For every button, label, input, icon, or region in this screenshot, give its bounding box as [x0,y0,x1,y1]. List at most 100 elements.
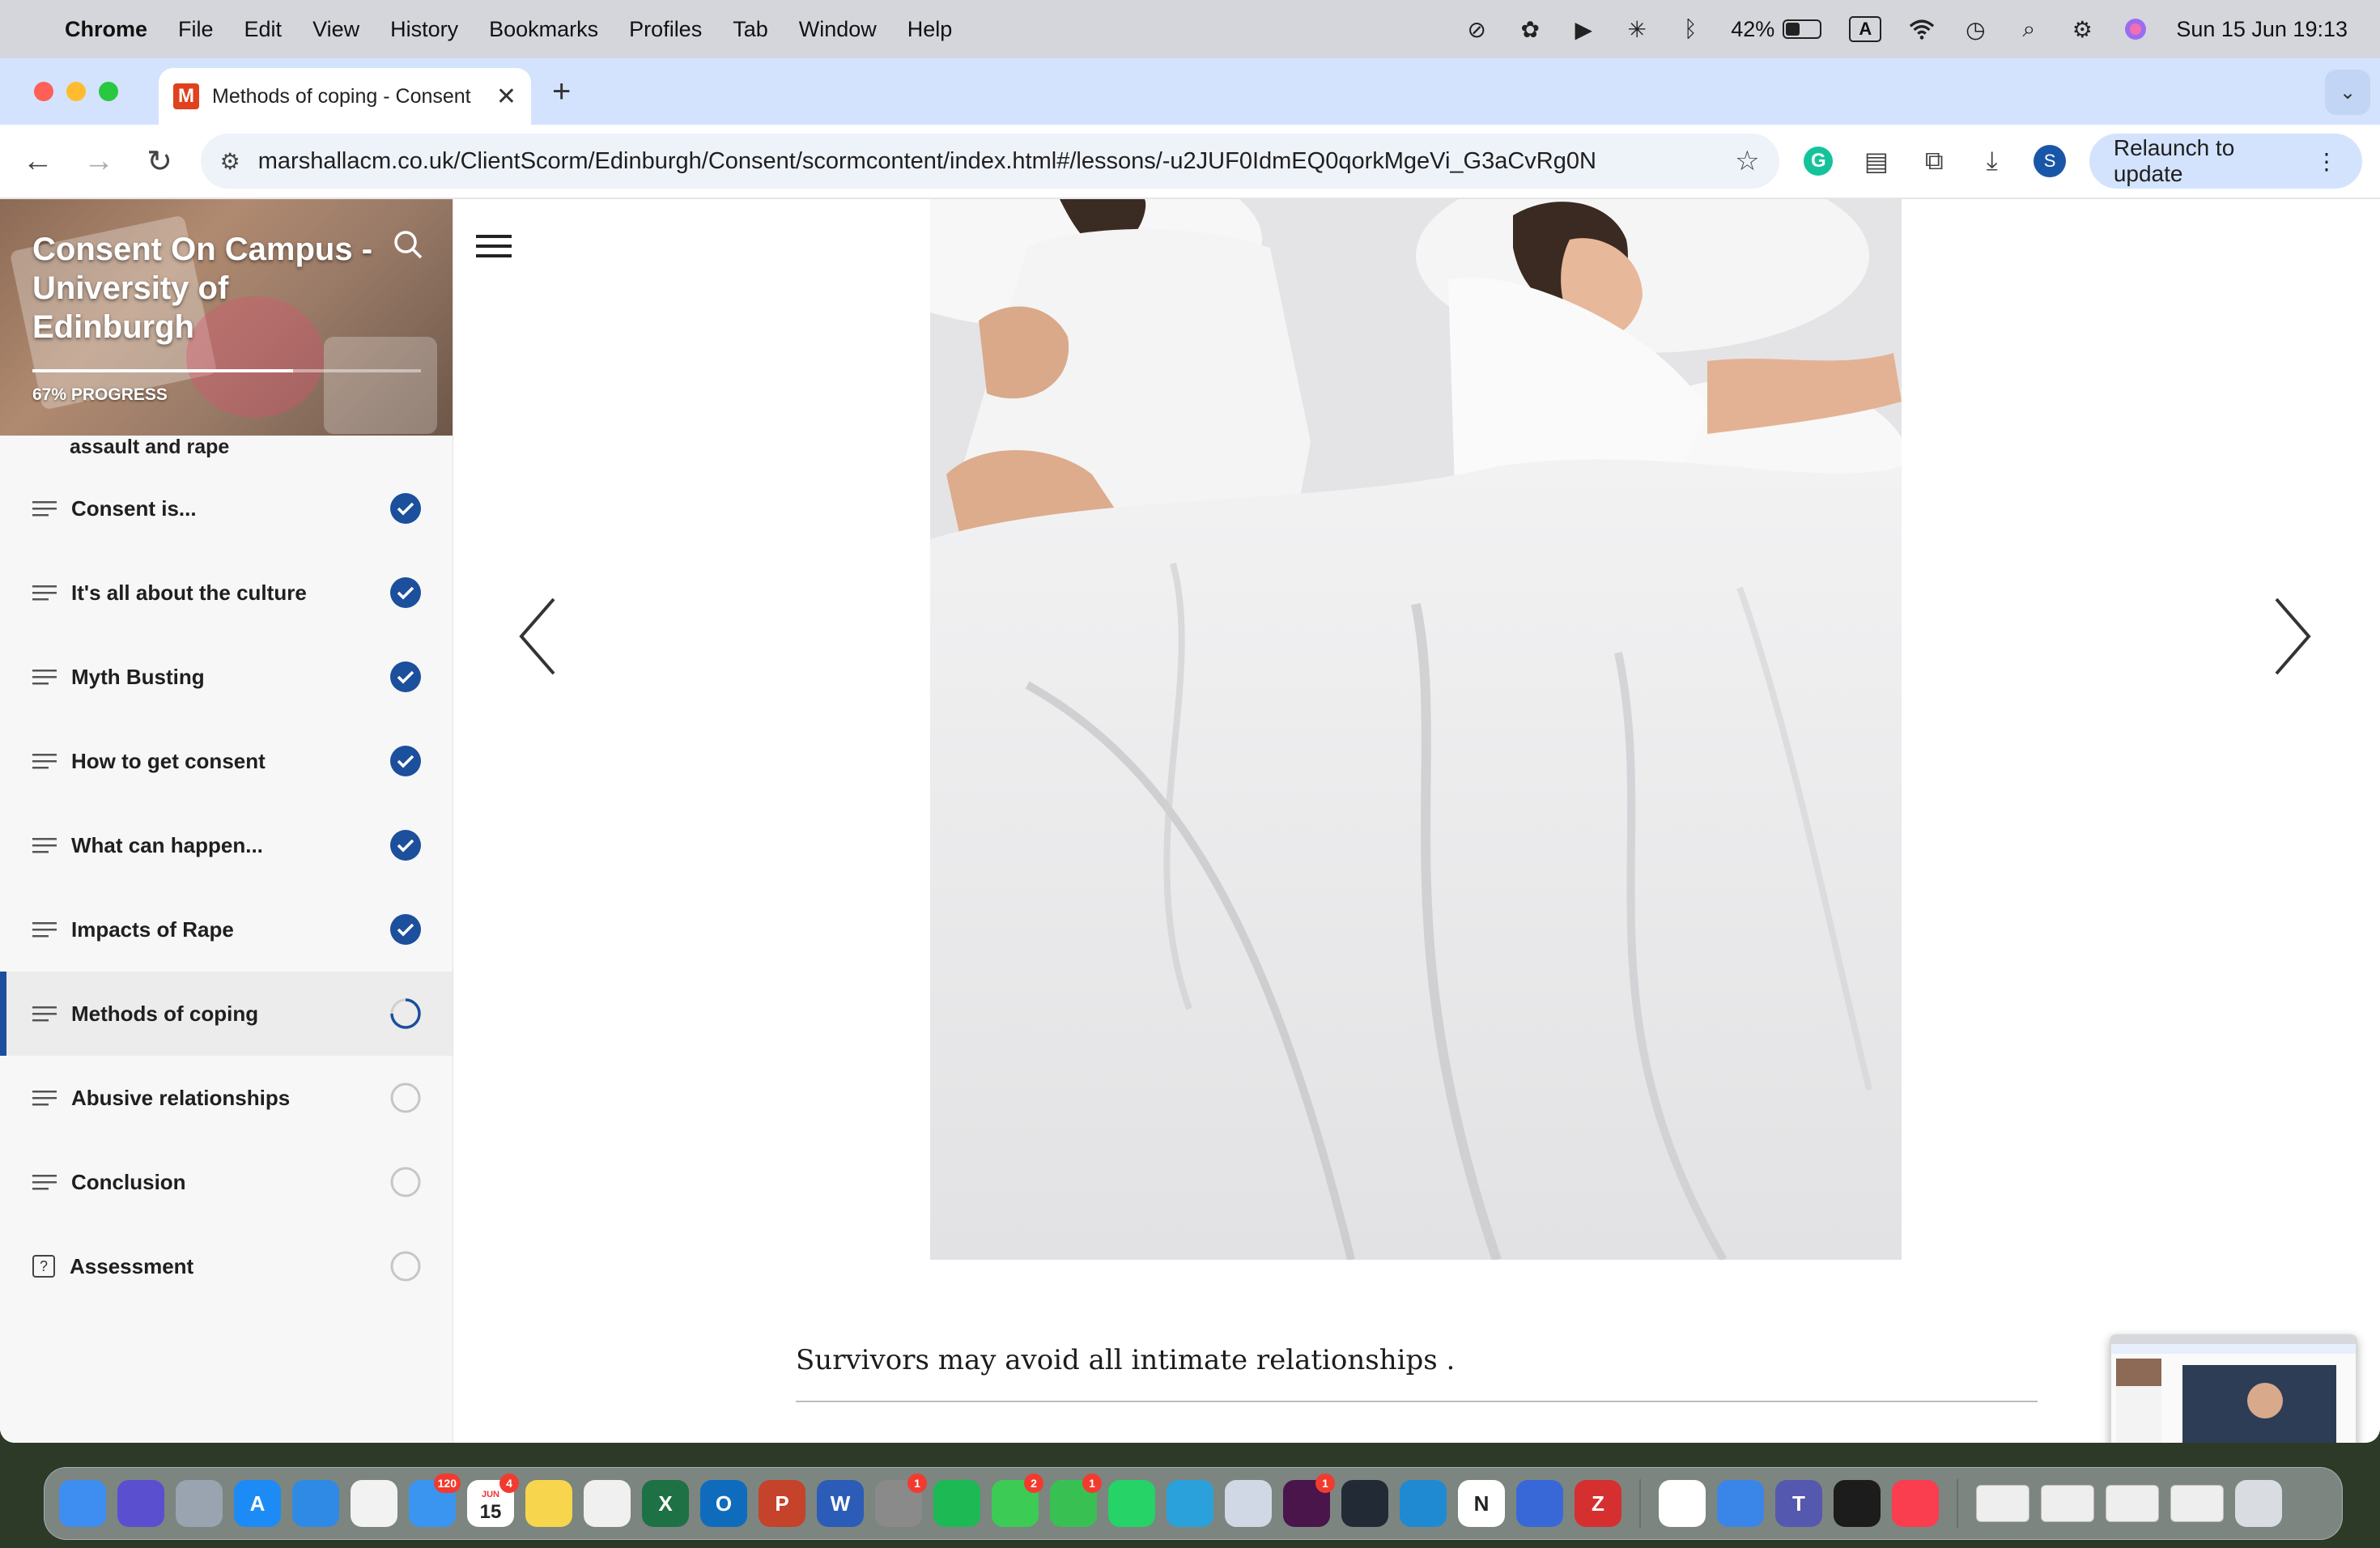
reload-button[interactable]: ↻ [139,140,179,182]
app-store-icon[interactable]: A [234,1480,281,1527]
new-tab-button[interactable]: + [552,74,571,110]
lesson-item[interactable]: Abusive relationships [0,1056,453,1140]
favicon-icon: M [173,83,199,109]
menu-history[interactable]: History [390,17,458,42]
music-icon[interactable] [1892,1480,1939,1527]
lesson-item[interactable]: It's all about the culture [0,551,453,635]
preview-icon[interactable] [1225,1480,1272,1527]
time-machine-icon[interactable]: ◷ [1962,16,1988,42]
menu-view[interactable]: View [312,17,359,42]
minimize-window-button[interactable] [66,82,86,101]
lesson-item-partial[interactable]: assault and rape [0,436,453,461]
excel-icon[interactable]: X [642,1480,689,1527]
notes-icon[interactable] [525,1480,572,1527]
bookmark-star-icon[interactable]: ☆ [1735,145,1759,177]
tab-search-dropdown-icon[interactable]: ⌄ [2325,70,2370,115]
back-button[interactable]: ← [18,140,57,182]
tab-active[interactable]: M Methods of coping - Consent ✕ [159,68,531,125]
cursor-icon[interactable] [1341,1480,1388,1527]
play-circle-icon[interactable]: ▶ [1570,16,1596,42]
keynote-icon[interactable] [1717,1480,1764,1527]
input-source-icon[interactable]: A [1849,16,1882,42]
screen-recording-thumbnail[interactable] [2110,1334,2357,1443]
activity-monitor-icon[interactable] [1834,1480,1881,1527]
fullscreen-window-button[interactable] [99,82,118,101]
zotero-icon[interactable]: Z [1575,1480,1621,1527]
menu-tab[interactable]: Tab [733,17,768,42]
siri-app-icon[interactable] [117,1480,164,1527]
close-tab-icon[interactable]: ✕ [496,83,516,111]
safari-icon[interactable] [292,1480,339,1527]
hamburger-menu-icon[interactable] [476,232,512,261]
copilot-icon[interactable] [1516,1480,1563,1527]
lesson-item[interactable]: Consent is... [0,466,453,551]
site-info-icon[interactable]: ⚙ [220,148,240,175]
spotify-icon[interactable] [933,1480,980,1527]
powerpoint-icon[interactable]: P [759,1480,805,1527]
facetime-icon[interactable]: 1 [1050,1474,1102,1527]
downloads-icon[interactable]: ⤓ [1974,142,2010,181]
minimized-window-thumbnail[interactable] [2106,1485,2159,1522]
reading-mode-icon[interactable]: ▤ [1858,142,1894,181]
relaunch-button[interactable]: Relaunch to update ⋮ [2089,134,2363,189]
lesson-item[interactable]: Impacts of Rape [0,887,453,972]
messages-icon[interactable]: 2 [992,1474,1043,1527]
minimized-window-thumbnail[interactable] [2170,1485,2224,1522]
extensions-icon[interactable]: ⧉ [1916,142,1953,181]
forward-button[interactable]: → [79,140,118,182]
more-menu-icon[interactable]: ⋮ [2315,148,2338,175]
chrome-icon[interactable] [351,1480,397,1527]
menubar-clock[interactable]: Sun 15 Jun 19:13 [2176,17,2348,42]
spotlight-search-icon[interactable]: ⌕ [2016,16,2042,42]
telegram-icon[interactable] [1167,1480,1213,1527]
menu-bookmarks[interactable]: Bookmarks [489,17,598,42]
outlook-icon[interactable]: O [700,1480,747,1527]
menu-file[interactable]: File [178,17,214,42]
close-window-button[interactable] [34,82,53,101]
finder-icon[interactable] [59,1480,106,1527]
course-header: Consent On Campus - University of Edinbu… [0,199,453,436]
loading-spinner-icon[interactable]: ✳ [1624,16,1650,42]
next-slide-arrow-icon[interactable] [2270,596,2315,677]
lesson-item[interactable]: How to get consent [0,719,453,803]
menu-app-name[interactable]: Chrome [65,17,147,42]
wifi-icon[interactable] [1909,16,1935,42]
launchpad-icon[interactable] [176,1480,223,1527]
openai-icon[interactable]: ✿ [1517,16,1543,42]
system-settings-icon[interactable]: 1 [875,1474,927,1527]
minimized-window-thumbnail[interactable] [1976,1485,2029,1522]
teams-icon[interactable]: T [1775,1480,1822,1527]
battery-status[interactable]: 42% [1731,17,1822,42]
lesson-item[interactable]: Methods of coping [0,972,453,1056]
photos-icon[interactable] [584,1480,631,1527]
profile-avatar[interactable]: S [2031,142,2068,181]
menu-window[interactable]: Window [799,17,877,42]
status-area: ⊘ ✿ ▶ ✳ ᛒ 42% A ◷ ⌕ ⚙ Sun 15 Jun 19:13 [1464,16,2348,42]
control-center-icon[interactable]: ⚙ [2069,16,2095,42]
minimized-window-thumbnail[interactable] [2041,1485,2094,1522]
do-not-disturb-icon[interactable]: ⊘ [1464,16,1490,42]
mail-icon[interactable]: 120 [409,1474,461,1527]
menu-edit[interactable]: Edit [244,17,283,42]
previous-slide-arrow-icon[interactable] [515,596,560,677]
whatsapp-icon[interactable] [1108,1480,1155,1527]
word-icon[interactable]: W [817,1480,864,1527]
menu-profiles[interactable]: Profiles [629,17,702,42]
notion-icon[interactable]: N [1458,1480,1505,1527]
siri-icon[interactable] [2123,16,2148,42]
slack-icon[interactable]: 1 [1283,1474,1335,1527]
grammarly-extension-icon[interactable]: G [1800,142,1837,181]
lesson-item[interactable]: What can happen... [0,803,453,887]
bluetooth-icon[interactable]: ᛒ [1677,16,1703,42]
menu-help[interactable]: Help [907,17,953,42]
lesson-item[interactable]: ? Assessment [0,1224,453,1308]
search-icon[interactable] [392,228,424,261]
url-text[interactable]: marshallacm.co.uk/ClientScorm/Edinburgh/… [258,148,1717,175]
address-bar[interactable]: ⚙ marshallacm.co.uk/ClientScorm/Edinburg… [200,134,1779,189]
chatgpt-icon[interactable] [1659,1480,1706,1527]
calendar-icon[interactable]: JUN 15 4 [467,1474,519,1527]
trash-icon[interactable] [2235,1480,2282,1527]
lesson-item[interactable]: Conclusion [0,1140,453,1224]
lesson-item[interactable]: Myth Busting [0,635,453,719]
vscode-icon[interactable] [1400,1480,1447,1527]
